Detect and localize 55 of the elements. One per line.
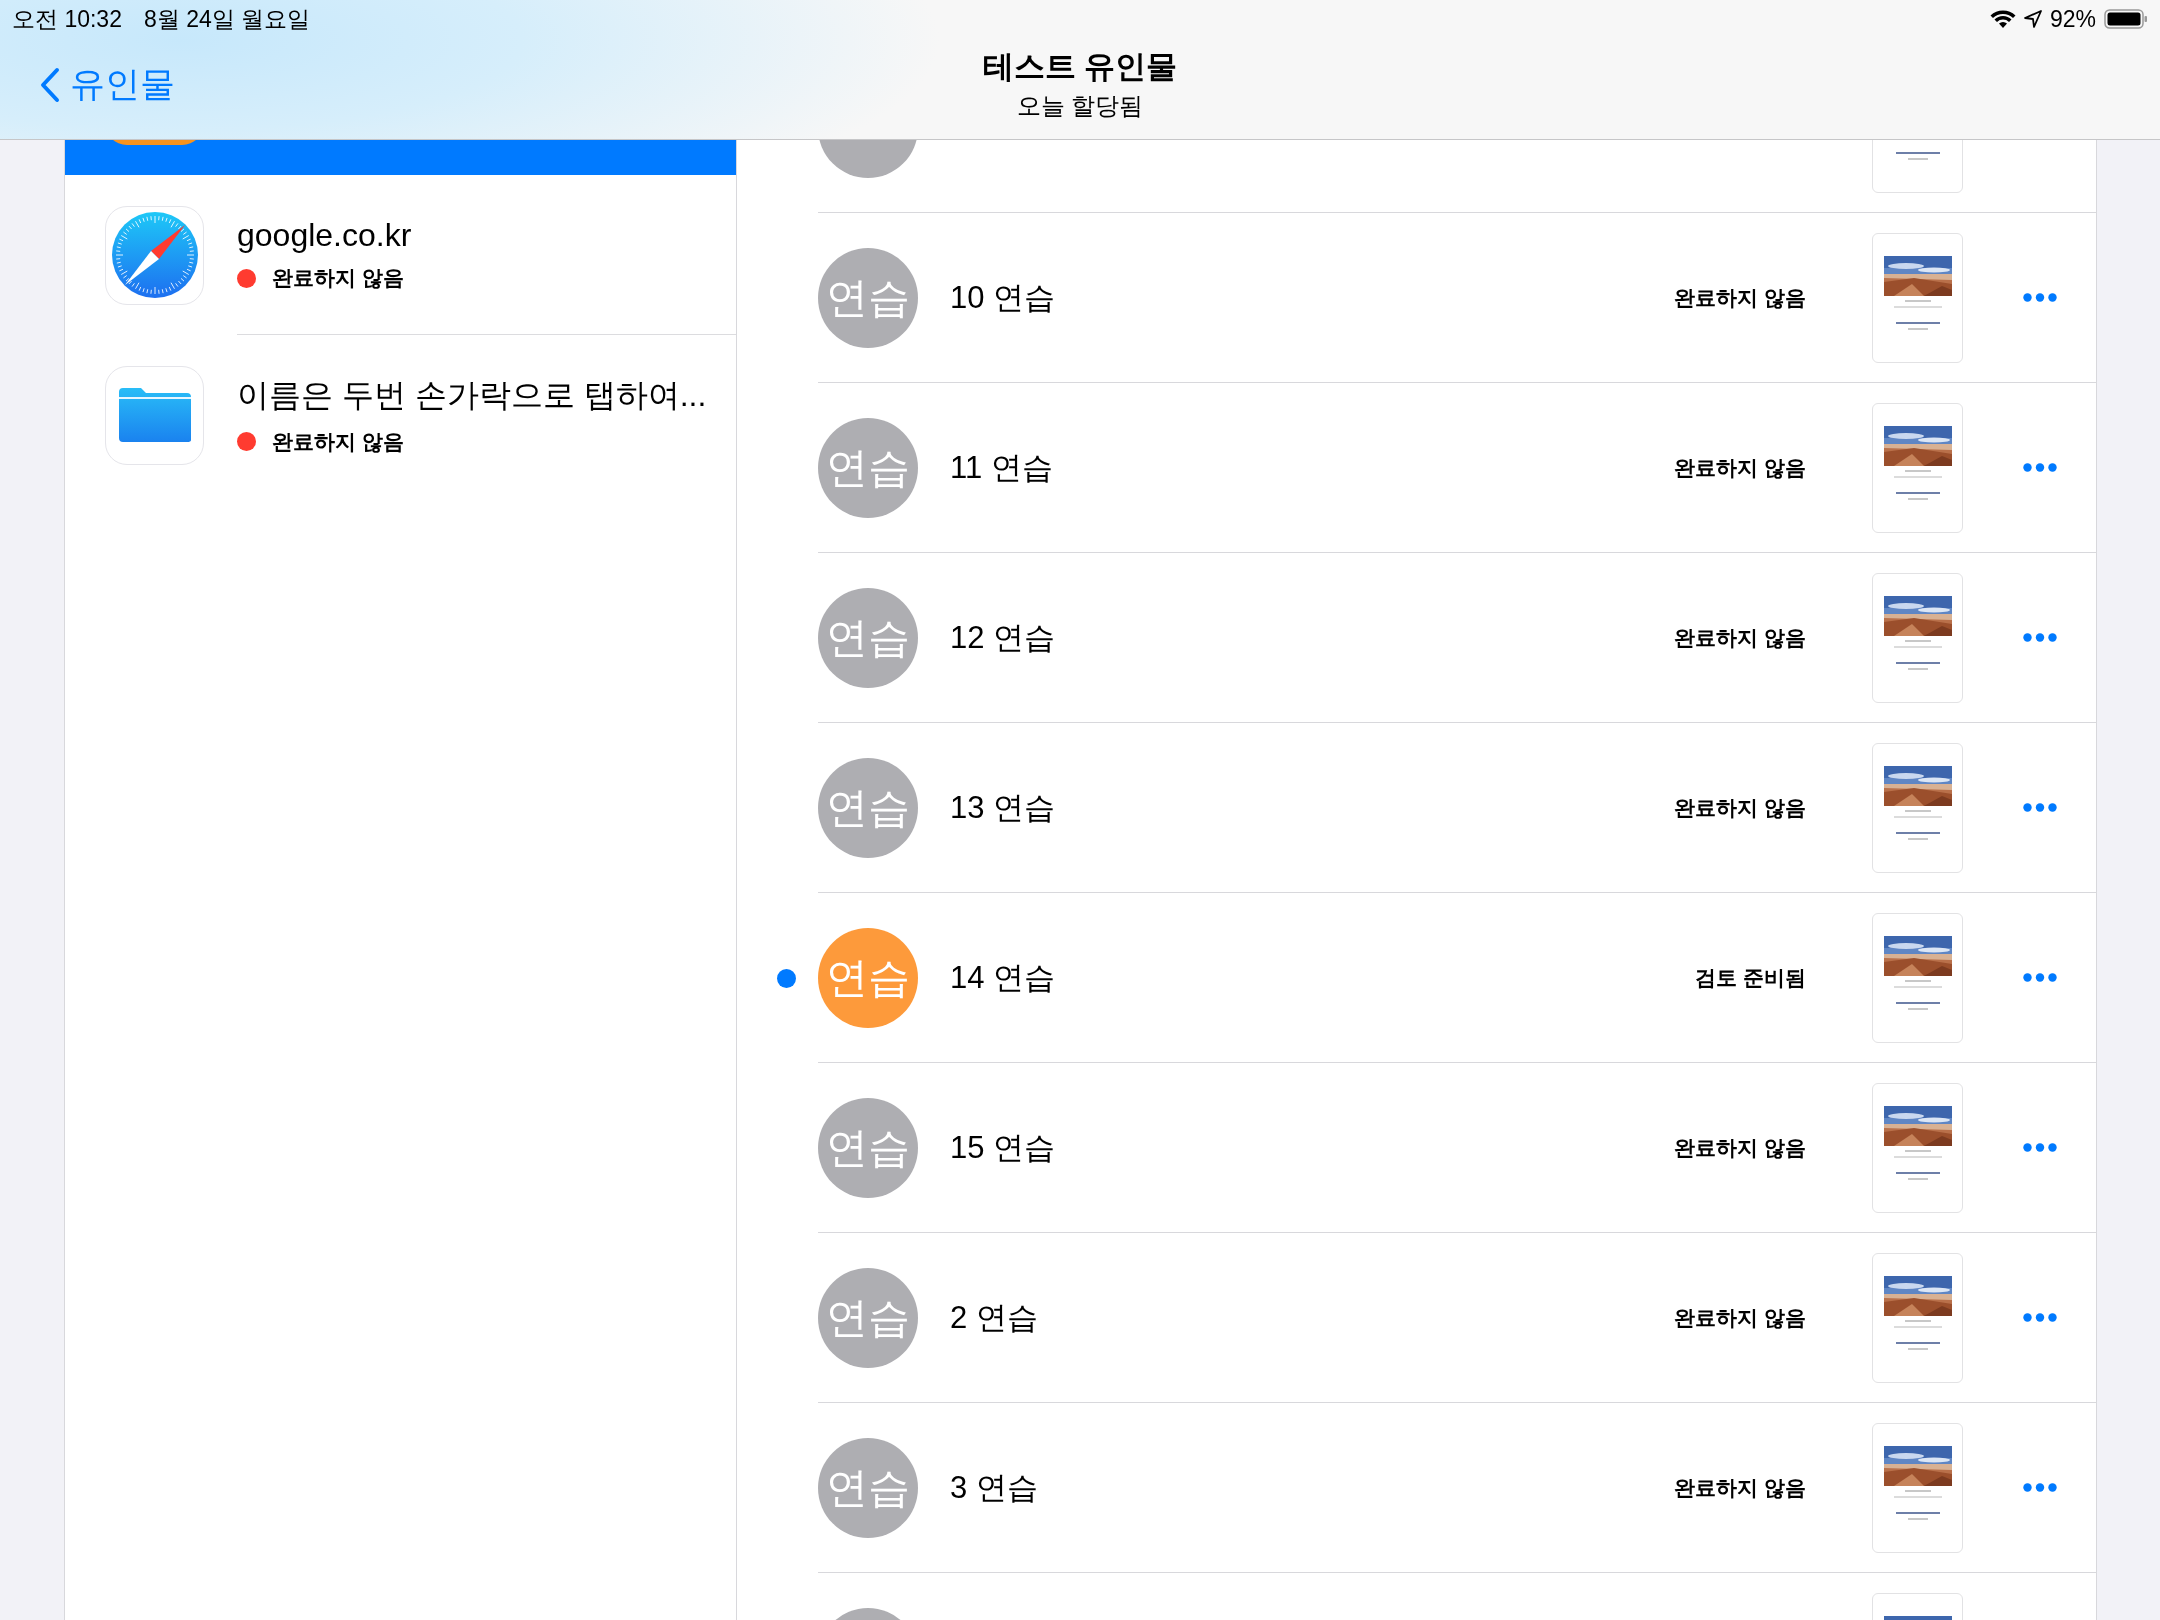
more-icon [2023,1143,2057,1152]
item-title: 이름은 두번 손가락으로 탭하여... [237,375,707,415]
assignment-title: 13 연습 [950,788,1056,827]
battery-icon [2104,9,2148,29]
status-text: 완료하지 않음 [1674,624,1806,651]
assignment-row[interactable]: 연습 13 연습 완료하지 않음 [737,723,2096,893]
assignment-title: 15 연습 [950,1128,1056,1167]
avatar-text: 연습 [826,1122,910,1173]
status-text: 완료하지 않음 [272,428,404,455]
nav-subtitle: 오늘 할당됨 [1016,90,1144,121]
status-text: 검토 준비됨 [1695,964,1806,991]
status-date: 8월 24일 월요일 [143,4,311,34]
status-text: 완료하지 않음 [272,265,404,291]
compass-icon [110,211,199,299]
chevron-left-icon [40,66,60,103]
more-icon [2023,463,2057,472]
more-icon [2023,293,2057,302]
assignment-title: 10 연습 [950,278,1056,317]
assignment-row[interactable]: 연습 12 연습 완료하지 않음 [737,553,2096,723]
assignment-row[interactable]: 연습 10 연습 완료하지 않음 [737,213,2096,383]
more-icon [2023,973,2057,982]
folder-icon [116,386,193,444]
assignment-row[interactable]: 연습 3 연습 완료하지 않음 [737,1403,2096,1573]
avatar-text: 연습 [826,612,910,663]
assignment-title: 2 연습 [950,1298,1038,1337]
avatar-text: 연습 [826,272,910,323]
more-icon [2023,803,2057,812]
assignment-title: 12 연습 [950,618,1056,657]
assignment-title: 11 연습 [950,448,1053,487]
status-text: 완료하지 않음 [1674,1134,1806,1161]
assignment-title: 3 연습 [950,1468,1038,1507]
assignment-row[interactable]: 연습 11 연습 완료하지 않음 [737,383,2096,553]
status-text: 완료하지 않음 [1674,1474,1806,1501]
avatar-text: 연습 [826,442,910,493]
avatar-text: 연습 [826,782,910,833]
status-time: 오전 10:32 [12,4,122,34]
wifi-icon [1989,9,2016,29]
avatar-text: 연습 [826,952,910,1003]
assignment-row[interactable]: 연습 2 연습 완료하지 않음 [737,1233,2096,1403]
battery-percent: 92% [2049,5,2096,33]
status-text: 완료하지 않음 [1674,284,1806,311]
assignment-row[interactable]: 연습 14 연습 검토 준비됨 [737,893,2096,1063]
status-text: 완료하지 않음 [1674,794,1806,821]
status-text: 완료하지 않음 [1674,454,1806,481]
more-icon [2023,1313,2057,1322]
more-icon [2023,633,2057,642]
avatar-text: 연습 [826,1292,910,1343]
nav-title: 테스트 유인물 [982,47,1178,86]
location-icon [2023,10,2042,28]
assignment-title: 14 연습 [950,958,1056,997]
more-icon [2023,1483,2057,1492]
avatar-text: 연습 [826,1462,910,1513]
item-title: google.co.kr [237,217,412,254]
status-text: 완료하지 않음 [1674,1304,1806,1331]
assignment-row[interactable]: 연습 15 연습 완료하지 않음 [737,1063,2096,1233]
